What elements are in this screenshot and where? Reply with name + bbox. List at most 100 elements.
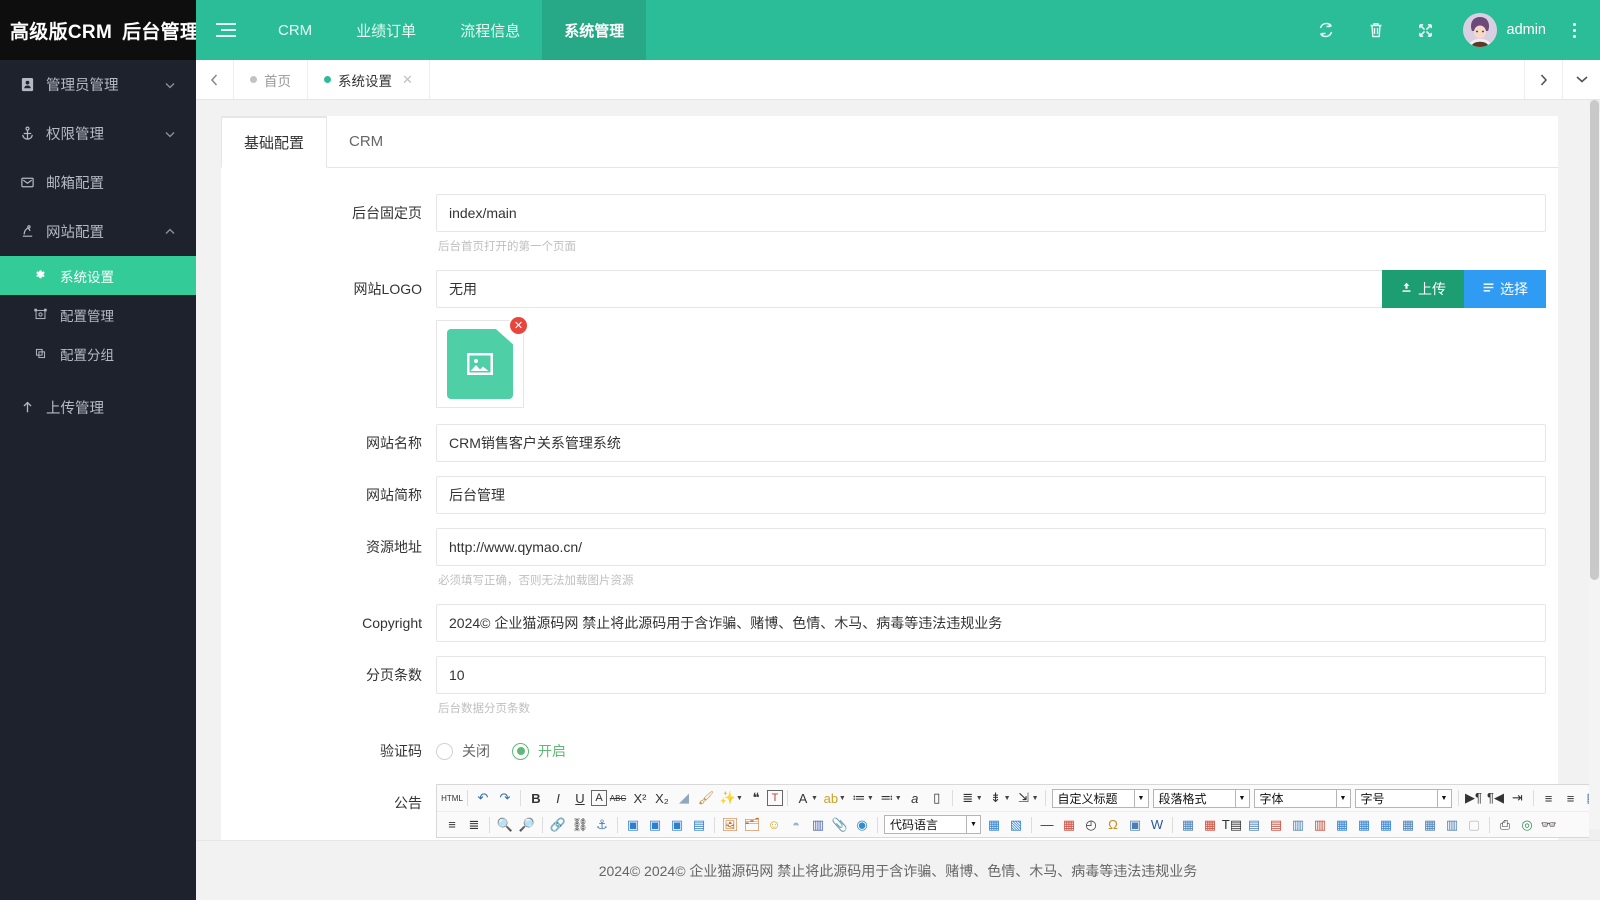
print-icon[interactable]: ⎙ xyxy=(1494,814,1516,836)
insert-row-above-icon[interactable]: ▤ xyxy=(1243,814,1265,836)
brand-logo[interactable]: 高级版CRM 后台管理 xyxy=(0,0,196,60)
word-import-icon[interactable]: W xyxy=(1146,814,1168,836)
replace-icon[interactable]: 🔎 xyxy=(516,814,538,836)
split-cols-icon[interactable]: ▥ xyxy=(1441,814,1463,836)
rtl-direction-icon[interactable]: ¶◀ xyxy=(1485,787,1507,809)
superscript-icon[interactable]: X² xyxy=(629,787,651,809)
split-cells-icon[interactable]: ▦ xyxy=(1397,814,1419,836)
font-size-select[interactable]: 字号▼ xyxy=(1355,789,1452,808)
italic-icon[interactable]: I xyxy=(547,787,569,809)
chevron-down-icon[interactable]: ▼ xyxy=(966,816,980,833)
dropdown-arrow-icon[interactable]: ▼ xyxy=(976,795,983,802)
tab-system-settings[interactable]: 系统设置 ✕ xyxy=(308,60,430,99)
sidebar-item-mail-config[interactable]: 邮箱配置 xyxy=(0,158,196,207)
topnav-item-process[interactable]: 流程信息 xyxy=(438,0,542,60)
rich-text-editor[interactable]: HTML↶↷BIUAABCX²X₂◢🖌✨▼❝TA▼ab▼≔▼≕▼a▯≣▼⇟▼⇲▼… xyxy=(436,784,1600,838)
chevron-down-icon[interactable]: ▼ xyxy=(1134,790,1148,807)
table-properties-icon[interactable]: ▢ xyxy=(1463,814,1485,836)
insert-row-below-icon[interactable]: ▤ xyxy=(1265,814,1287,836)
video-icon[interactable]: ▥ xyxy=(807,814,829,836)
dropdown-arrow-icon[interactable]: ▼ xyxy=(895,795,902,802)
html-source-icon[interactable]: HTML xyxy=(441,787,463,809)
insert-col-left-icon[interactable]: ▥ xyxy=(1287,814,1309,836)
eraser-icon[interactable]: ◢ xyxy=(673,787,695,809)
dropdown-arrow-icon[interactable]: ▼ xyxy=(736,795,743,802)
page-size-input[interactable] xyxy=(436,656,1546,694)
image-left-align-icon[interactable]: ▣ xyxy=(622,814,644,836)
image-right-align-icon[interactable]: ▣ xyxy=(644,814,666,836)
merge-down-icon[interactable]: ▦ xyxy=(1375,814,1397,836)
scrollbar-thumb[interactable] xyxy=(1590,100,1599,580)
refresh-icon[interactable] xyxy=(1301,0,1351,60)
image-gallery-icon[interactable]: 🗂 xyxy=(741,814,763,836)
paste-icon[interactable]: ▯ xyxy=(926,787,948,809)
menu-list-icon[interactable] xyxy=(196,0,256,60)
undo-icon[interactable]: ↶ xyxy=(472,787,494,809)
sidebar-item-upload-management[interactable]: 上传管理 xyxy=(0,383,196,432)
align-left-icon[interactable]: ≡ xyxy=(1538,787,1560,809)
dropdown-arrow-icon[interactable]: ▼ xyxy=(1004,795,1011,802)
align-justify-icon[interactable]: ≡ xyxy=(441,814,463,836)
site-name-input[interactable] xyxy=(436,424,1546,462)
delete-col-icon[interactable]: ▥ xyxy=(1309,814,1331,836)
close-icon[interactable]: ✕ xyxy=(402,72,413,88)
homepage-input[interactable] xyxy=(436,194,1546,232)
preview-icon[interactable]: ◎ xyxy=(1516,814,1538,836)
template-icon[interactable]: T xyxy=(767,790,783,806)
chevron-down-icon[interactable]: ▼ xyxy=(1336,790,1350,807)
underline-icon[interactable]: U xyxy=(569,787,591,809)
search-replace-icon[interactable]: 🔍 xyxy=(494,814,516,836)
binoculars-icon[interactable]: 👓 xyxy=(1538,814,1560,836)
topnav-item-orders[interactable]: 业绩订单 xyxy=(334,0,438,60)
image-inline-icon[interactable]: ▤ xyxy=(688,814,710,836)
chevron-down-icon[interactable]: ▼ xyxy=(1437,790,1451,807)
unlink-icon[interactable]: ⛓ xyxy=(569,814,591,836)
vertical-scrollbar[interactable] xyxy=(1589,100,1600,840)
link-icon[interactable]: 🔗 xyxy=(547,814,569,836)
logo-thumbnail[interactable]: ✕ xyxy=(436,320,524,408)
chevron-right-icon[interactable] xyxy=(1524,60,1562,99)
table-title-icon[interactable]: T▤ xyxy=(1221,814,1243,836)
dropdown-arrow-icon[interactable]: ▼ xyxy=(1032,795,1039,802)
site-short-name-input[interactable] xyxy=(436,476,1546,514)
align-distribute-icon[interactable]: ≣ xyxy=(463,814,485,836)
sidebar-item-admin-management[interactable]: 管理员管理 xyxy=(0,60,196,109)
custom-title-select[interactable]: 自定义标题▼ xyxy=(1052,789,1149,808)
captcha-radio-off[interactable]: 关闭 xyxy=(436,741,490,761)
text-box-icon[interactable]: A xyxy=(591,790,607,806)
clock-icon[interactable]: ◴ xyxy=(1080,814,1102,836)
topnav-item-crm[interactable]: CRM xyxy=(256,0,334,60)
sidebar-subitem-config-group[interactable]: 配置分组 xyxy=(0,334,196,373)
delete-table-icon[interactable]: ▦ xyxy=(1199,814,1221,836)
tab-home[interactable]: 首页 xyxy=(234,60,308,99)
align-center-icon[interactable]: ≡ xyxy=(1560,787,1582,809)
ltr-direction-icon[interactable]: ▶¶ xyxy=(1463,787,1485,809)
topnav-item-system[interactable]: 系统管理 xyxy=(542,0,646,60)
merge-cells-icon[interactable]: ▦ xyxy=(1331,814,1353,836)
bold-icon[interactable]: B xyxy=(525,787,547,809)
indent-icon[interactable]: ⇥ xyxy=(1507,787,1529,809)
sidebar-subitem-config-management[interactable]: 配置管理 xyxy=(0,295,196,334)
trash-icon[interactable] xyxy=(1351,0,1401,60)
insert-code-icon[interactable]: ▦ xyxy=(983,814,1005,836)
dropdown-arrow-icon[interactable]: ▼ xyxy=(867,795,874,802)
merge-right-icon[interactable]: ▦ xyxy=(1353,814,1375,836)
captcha-radio-on[interactable]: 开启 xyxy=(512,741,566,761)
upload-button[interactable]: 上传 xyxy=(1382,270,1464,308)
insert-table-icon[interactable]: ▦ xyxy=(1177,814,1199,836)
redo-icon[interactable]: ↷ xyxy=(494,787,516,809)
chevron-down-icon[interactable]: ▼ xyxy=(1235,790,1249,807)
image-center-align-icon[interactable]: ▣ xyxy=(666,814,688,836)
tab-basic-config[interactable]: 基础配置 xyxy=(221,116,327,168)
special-char-icon[interactable]: Ω xyxy=(1102,814,1124,836)
split-rows-icon[interactable]: ▦ xyxy=(1419,814,1441,836)
attachment-icon[interactable]: 📎 xyxy=(829,814,851,836)
avatar[interactable] xyxy=(1463,13,1497,47)
paragraph-format-select[interactable]: 段落格式▼ xyxy=(1153,789,1250,808)
fullscreen-icon[interactable] xyxy=(1401,0,1451,60)
strikethrough-icon[interactable]: ABC xyxy=(607,787,629,809)
brush-icon[interactable]: 🖌 xyxy=(695,787,717,809)
font-family-select[interactable]: 字体▼ xyxy=(1254,789,1351,808)
scroll-down-arrow-icon[interactable] xyxy=(1589,829,1600,840)
dropdown-arrow-icon[interactable]: ▼ xyxy=(839,795,846,802)
